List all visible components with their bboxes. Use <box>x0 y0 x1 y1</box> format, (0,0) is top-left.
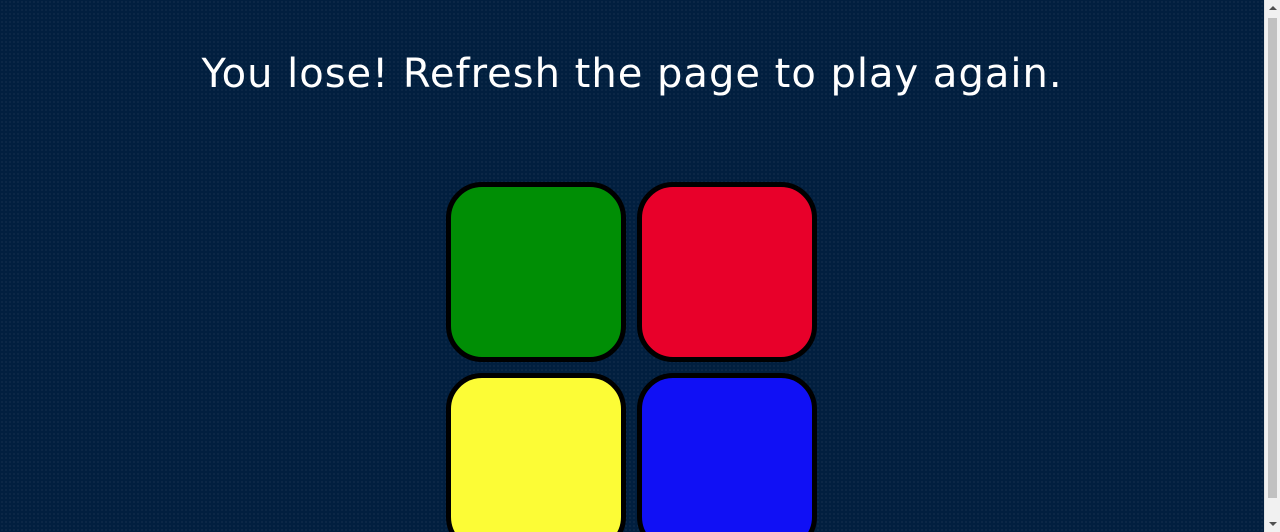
simon-game-board <box>446 182 818 532</box>
scrollbar-thumb[interactable] <box>1268 18 1277 498</box>
scroll-down-arrow-icon[interactable] <box>1265 516 1280 532</box>
scroll-up-arrow-icon[interactable] <box>1265 0 1280 16</box>
red-button[interactable] <box>637 182 817 362</box>
game-status-title: You lose! Refresh the page to play again… <box>201 51 1063 97</box>
green-button[interactable] <box>446 182 626 362</box>
vertical-scrollbar[interactable] <box>1264 0 1280 532</box>
yellow-button[interactable] <box>446 373 626 532</box>
blue-button[interactable] <box>637 373 817 532</box>
